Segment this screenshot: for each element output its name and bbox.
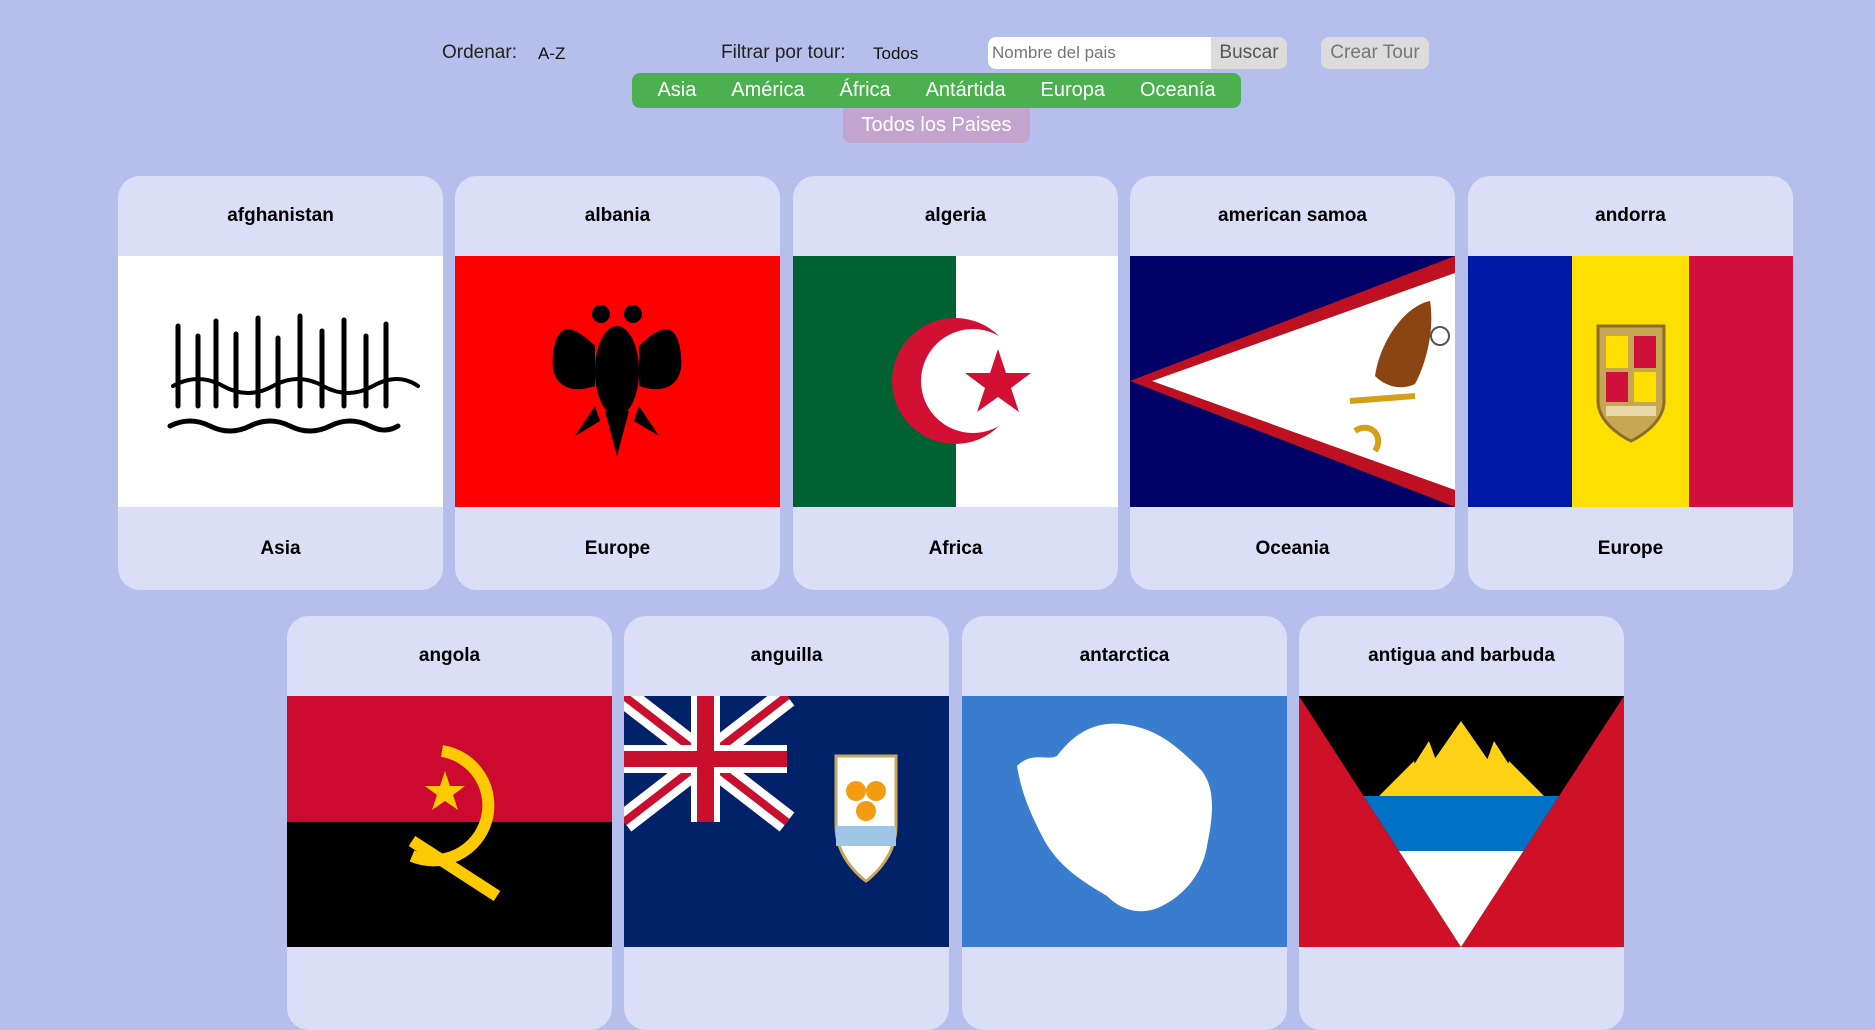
filter-tour-select[interactable]: Todos (873, 44, 918, 64)
filter-tour-label: Filtrar por tour: (721, 42, 846, 63)
country-card[interactable]: american samoa Oceania (1130, 176, 1455, 590)
continent-asia-button[interactable]: Asia (657, 79, 696, 102)
afghanistan-flag (118, 256, 443, 507)
country-continent: Asia (260, 537, 301, 559)
antarctica-flag (962, 696, 1287, 947)
country-name: angola (418, 645, 481, 666)
all-countries-button[interactable]: Todos los Paises (843, 108, 1030, 143)
country-name: albania (584, 205, 651, 226)
country-continent (287, 947, 612, 1030)
country-card[interactable]: andorra Europe (1468, 176, 1793, 590)
country-card[interactable]: angola (287, 616, 612, 1030)
country-name: american samoa (1218, 205, 1367, 226)
continent-europe-button[interactable]: Europa (1041, 79, 1106, 102)
country-card[interactable]: afghanistan Asia (118, 176, 443, 590)
country-name: antigua and barbuda (1368, 645, 1555, 666)
country-continent: Europe (1597, 537, 1664, 559)
search-button[interactable]: Buscar (1211, 37, 1287, 69)
country-continent (962, 947, 1287, 1030)
algeria-flag (793, 256, 1118, 507)
country-continent (624, 947, 949, 1030)
continent-oceania-button[interactable]: Oceanía (1140, 79, 1216, 102)
country-card[interactable]: antigua and barbuda (1299, 616, 1624, 1030)
country-continent: Africa (928, 537, 983, 559)
country-continent (1299, 947, 1624, 1030)
sort-select[interactable]: A-Z (538, 44, 565, 64)
anguilla-flag (624, 696, 949, 947)
country-card[interactable]: antarctica (962, 616, 1287, 1030)
country-card[interactable]: anguilla (624, 616, 949, 1030)
country-card[interactable]: albania Europe (455, 176, 780, 590)
country-name: algeria (924, 205, 987, 226)
create-tour-button[interactable]: Crear Tour (1321, 37, 1429, 69)
continent-africa-button[interactable]: África (840, 79, 891, 102)
country-name: anguilla (750, 645, 823, 666)
american-samoa-flag (1130, 256, 1455, 507)
continent-antarctica-button[interactable]: Antártida (926, 79, 1006, 102)
search-input[interactable] (988, 37, 1211, 69)
antigua-and-barbuda-flag (1299, 696, 1624, 947)
albania-flag (455, 256, 780, 507)
country-name: antarctica (1079, 645, 1170, 666)
continent-filter-bar: Asia América África Antártida Europa Oce… (632, 73, 1241, 108)
country-card[interactable]: algeria Africa (793, 176, 1118, 590)
continent-america-button[interactable]: América (731, 79, 804, 102)
country-continent: Oceania (1255, 537, 1330, 559)
andorra-flag (1468, 256, 1793, 507)
sort-label: Ordenar: (442, 42, 517, 63)
country-name: andorra (1595, 205, 1666, 226)
country-continent: Europe (584, 537, 651, 559)
angola-flag (287, 696, 612, 947)
country-name: afghanistan (227, 205, 334, 226)
